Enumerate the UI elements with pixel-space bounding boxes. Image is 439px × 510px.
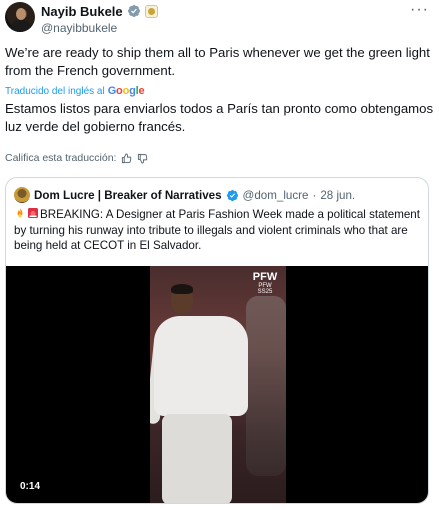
rate-translation-label: Califica esta traducción: bbox=[5, 152, 117, 164]
siren-emoji-icon bbox=[28, 208, 38, 218]
quoted-tweet-card[interactable]: Dom Lucre | Breaker of Narratives @dom_l… bbox=[5, 177, 429, 504]
quoted-tweet-body: BREAKING: A Designer at Paris Fashion We… bbox=[14, 208, 420, 252]
video-player[interactable]: PFW PFW SS25 0:14 bbox=[6, 266, 428, 503]
quoted-date[interactable]: 28 jun. bbox=[320, 189, 355, 202]
video-background-crowd bbox=[246, 296, 286, 476]
verified-badge-icon bbox=[226, 189, 238, 201]
tweet-text-original: We’re are ready to ship them all to Pari… bbox=[5, 45, 430, 78]
video-model-pants bbox=[162, 414, 232, 503]
quoted-tweet-header: Dom Lucre | Breaker of Narratives @dom_l… bbox=[14, 186, 355, 204]
government-badge-icon bbox=[144, 4, 158, 18]
quoted-handle[interactable]: @dom_lucre bbox=[243, 189, 309, 202]
google-logo-icon: Google bbox=[107, 85, 145, 97]
quoted-tweet-text: BREAKING: A Designer at Paris Fashion We… bbox=[14, 207, 424, 254]
avatar[interactable] bbox=[5, 2, 35, 32]
video-model-shirt bbox=[154, 316, 248, 416]
quoted-display-name[interactable]: Dom Lucre | Breaker of Narratives bbox=[34, 189, 222, 202]
verified-badge-icon bbox=[127, 5, 140, 17]
tweet-text-translated: Estamos listos para enviarlos todos a Pa… bbox=[5, 101, 434, 134]
video-brand-caption: PFW SS25 bbox=[257, 283, 273, 295]
meta-separator: · bbox=[312, 188, 317, 202]
avatar-face bbox=[16, 8, 26, 20]
video-duration: 0:14 bbox=[16, 480, 45, 493]
translation-attribution[interactable]: Traducido del inglés al Google bbox=[5, 84, 145, 98]
thumbs-up-icon[interactable] bbox=[121, 152, 132, 164]
author-display-name[interactable]: Nayib Bukele bbox=[41, 4, 123, 19]
thumbs-down-icon[interactable] bbox=[137, 153, 148, 164]
fire-emoji-icon bbox=[17, 207, 23, 218]
tweet-header: Nayib Bukele @nayibbukele ··· bbox=[0, 0, 439, 40]
avatar-body bbox=[11, 20, 31, 32]
more-options-icon[interactable]: ··· bbox=[410, 2, 429, 18]
author-name-row: Nayib Bukele bbox=[41, 3, 158, 19]
video-brand-mark: PFW bbox=[252, 271, 278, 283]
video-brand-logo: PFW PFW SS25 bbox=[252, 271, 278, 296]
video-model-hair bbox=[171, 284, 193, 294]
author-handle[interactable]: @nayibbukele bbox=[41, 21, 117, 35]
video-frame: PFW PFW SS25 bbox=[150, 266, 286, 503]
translation-label: Traducido del inglés al bbox=[5, 85, 105, 97]
rate-translation-row: Califica esta traducción: bbox=[5, 151, 148, 165]
quoted-avatar[interactable] bbox=[14, 187, 30, 203]
